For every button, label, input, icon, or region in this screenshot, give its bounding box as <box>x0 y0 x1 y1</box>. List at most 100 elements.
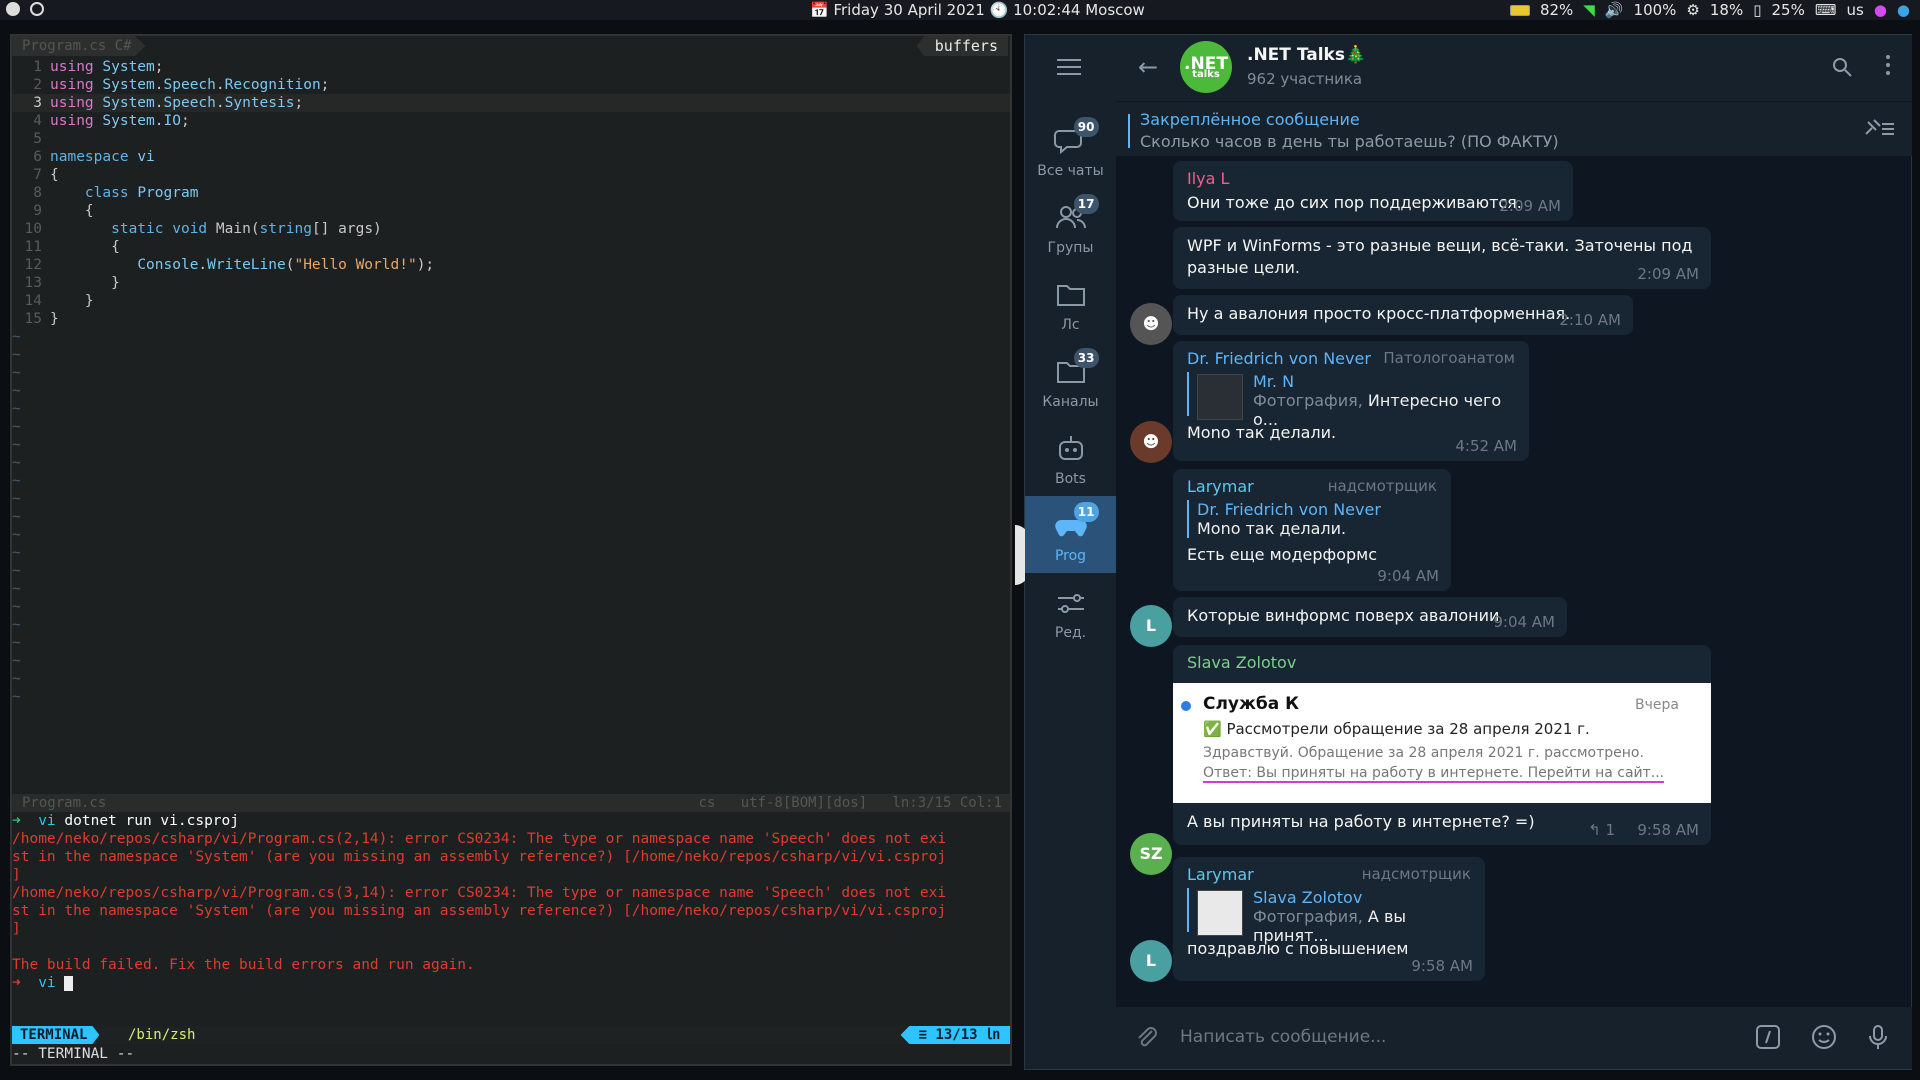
folder-tab[interactable]: Лс <box>1025 265 1116 342</box>
code-line[interactable]: 11 { <box>12 238 1010 256</box>
folder-tab[interactable]: 17 Групы <box>1025 188 1116 265</box>
folder-tab[interactable]: 33 Каналы <box>1025 342 1116 419</box>
clock[interactable]: 📅 Friday 30 April 2021 🕙 10:02:44 Moscow <box>810 1 1145 19</box>
reply-quote[interactable]: Dr. Friedrich von Never Mono так делали. <box>1187 500 1437 538</box>
reply-photo-thumbnail <box>1197 374 1243 420</box>
empty-line-tilde: ~ <box>12 527 21 543</box>
bot-commands-icon[interactable] <box>1754 1023 1782 1051</box>
buffers-label[interactable]: buffers <box>916 36 1008 56</box>
back-arrow-icon[interactable]: ← <box>1138 55 1158 79</box>
code-line[interactable]: 14 } <box>12 292 1010 310</box>
message-input[interactable]: Написать сообщение... <box>1180 1027 1386 1047</box>
emoji-icon[interactable] <box>1810 1023 1838 1051</box>
empty-line-tilde: ~ <box>12 491 21 507</box>
file-tab[interactable]: Program.cs C# <box>12 36 146 56</box>
code-token: ; <box>294 95 304 111</box>
message-bubble[interactable]: Ilya L Они тоже до сих пор поддерживаютс… <box>1173 161 1573 221</box>
terminal-current-prompt[interactable]: ➜ vi <box>12 974 1010 992</box>
code-line[interactable]: 5 <box>12 130 1010 148</box>
reply-author: Mr. N <box>1253 372 1295 391</box>
empty-line-tilde: ~ <box>12 563 21 579</box>
telegram-window[interactable]: 90 Все чаты 17 Групы Лс 33 Каналы Bots 11 Prog Ред… <box>1015 34 1912 1070</box>
unread-badge: 17 <box>1073 194 1099 214</box>
gamepad-icon: 11 <box>1053 502 1099 544</box>
reply-author: Slava Zolotov <box>1253 888 1363 907</box>
volume-icon[interactable]: 🔊 <box>1605 1 1624 19</box>
user-avatar[interactable]: L <box>1130 940 1172 982</box>
search-icon[interactable] <box>1832 57 1852 77</box>
code-line[interactable]: 3 using System.Speech.Syntesis; <box>12 94 1010 112</box>
reply-quote[interactable]: Mr. N Фотография, Интересно чего о... <box>1187 372 1515 429</box>
hamburger-menu-icon[interactable] <box>1057 59 1081 77</box>
terminal-statusline: TERMINAL /bin/zsh ≡ 13/13 ㏑ <box>12 1026 1010 1044</box>
reply-photo-thumbnail <box>1197 890 1243 936</box>
code-area[interactable]: 1 using System; 2 using System.Speech.Recog… <box>12 58 1010 706</box>
folder-label: Групы <box>1047 240 1094 256</box>
replies-count[interactable]: ↰ 1 <box>1588 821 1615 839</box>
code-line[interactable]: 8 class Program <box>12 184 1010 202</box>
message-bubble[interactable]: WPF и WinForms - это разные вещи, всё-та… <box>1173 227 1711 289</box>
keyboard-layout[interactable]: us <box>1846 1 1863 19</box>
code-line[interactable]: 2 using System.Speech.Recognition; <box>12 76 1010 94</box>
memory-level: 25% <box>1771 1 1805 19</box>
user-avatar[interactable]: SZ <box>1130 833 1172 875</box>
code-line[interactable]: 1 using System; <box>12 58 1010 76</box>
message-bubble[interactable]: Slava Zolotov Служба К Вчера ✅ Рассмотре… <box>1173 645 1711 845</box>
code-token: using <box>50 77 94 93</box>
message-sender[interactable]: Slava Zolotov <box>1187 653 1296 672</box>
folder-tab[interactable]: 11 Prog <box>1025 496 1116 573</box>
telegram-tray-icon[interactable]: ● <box>1897 1 1910 19</box>
code-line[interactable]: 4 using System.IO; <box>12 112 1010 130</box>
vim-editor-window[interactable]: Program.cs C# buffers 1 using System; 2 usi… <box>10 34 1012 1066</box>
group-title[interactable]: .NET Talks🎄 <box>1247 45 1366 65</box>
microphone-icon[interactable] <box>1864 1023 1892 1051</box>
status-info: cs utf-8[BOM][dos] ln:3/15 Col:1 <box>699 794 1002 812</box>
code-token: } <box>50 311 59 327</box>
code-line[interactable]: 9 { <box>12 202 1010 220</box>
group-avatar[interactable]: .NET talks <box>1180 41 1232 93</box>
folder-tab[interactable]: Bots <box>1025 419 1116 496</box>
reply-quote[interactable]: Slava Zolotov Фотография, А вы принят... <box>1187 888 1471 945</box>
terminal-position: ≡ 13/13 ㏑ <box>900 1026 1010 1044</box>
photo-attachment[interactable]: Служба К Вчера ✅ Рассмотрели обращение з… <box>1173 683 1711 803</box>
workspace-2[interactable] <box>30 2 44 16</box>
message-bubble[interactable]: Ну а авалония просто кросс-платформенная… <box>1173 295 1633 335</box>
workspace-1[interactable] <box>6 2 20 16</box>
user-avatar[interactable]: L <box>1130 605 1172 647</box>
code-line[interactable]: 6 namespace vi <box>12 148 1010 166</box>
code-token: using <box>50 59 94 75</box>
time: 10:02:44 Moscow <box>1013 1 1145 19</box>
message-bubble[interactable]: Которые винформс поверх авалонии 9:04 AM <box>1173 597 1567 637</box>
message-time: 2:09 AM <box>1499 197 1561 215</box>
message-list[interactable]: Ilya L Они тоже до сих пор поддерживаютс… <box>1116 157 1912 1007</box>
more-vertical-icon[interactable] <box>1886 55 1890 79</box>
pinned-message-bar[interactable]: Закреплённое сообщение Сколько часов в д… <box>1116 101 1912 156</box>
code-token: namespace <box>50 149 129 165</box>
message-bubble[interactable]: Larymar надсмотрщик Dr. Friedrich von Ne… <box>1173 469 1451 591</box>
code-line[interactable]: 12 Console.WriteLine("Hello World!"); <box>12 256 1010 274</box>
folder-tab[interactable]: 90 Все чаты <box>1025 111 1116 188</box>
wifi-icon[interactable]: ◥ <box>1583 1 1595 19</box>
folder-label: Ред. <box>1054 625 1087 641</box>
attach-paperclip-icon[interactable] <box>1132 1023 1160 1051</box>
terminal-error-line: st in the namespace 'System' (are you mi… <box>12 903 947 919</box>
code-token: } <box>50 275 120 291</box>
app-tray-icon[interactable]: ● <box>1874 1 1887 19</box>
terminal-pane[interactable]: ➜ vi dotnet run vi.csproj /home/neko/rep… <box>12 812 1010 1044</box>
message-sender[interactable]: Ilya L <box>1187 169 1559 188</box>
message-text: Ну а авалония просто кросс-платформенная… <box>1187 304 1571 323</box>
user-avatar[interactable]: ☻ <box>1130 303 1172 345</box>
folder-tab[interactable]: Ред. <box>1025 573 1116 650</box>
user-avatar[interactable]: ☻ <box>1130 421 1172 463</box>
code-line[interactable]: 15} <box>12 310 1010 328</box>
message-bubble[interactable]: Dr. Friedrich von Never Патологоанатом M… <box>1173 341 1529 461</box>
code-line[interactable]: 7{ <box>12 166 1010 184</box>
unpin-list-icon[interactable] <box>1864 118 1896 140</box>
code-line[interactable]: 10 static void Main(string[] args) <box>12 220 1010 238</box>
code-token: Program <box>137 185 199 201</box>
message-time: 9:04 AM <box>1377 567 1439 585</box>
code-line[interactable]: 13 } <box>12 274 1010 292</box>
empty-line-tilde: ~ <box>12 653 21 669</box>
message-bubble[interactable]: Larymar надсмотрщик Slava Zolotov Фотогр… <box>1173 857 1485 981</box>
